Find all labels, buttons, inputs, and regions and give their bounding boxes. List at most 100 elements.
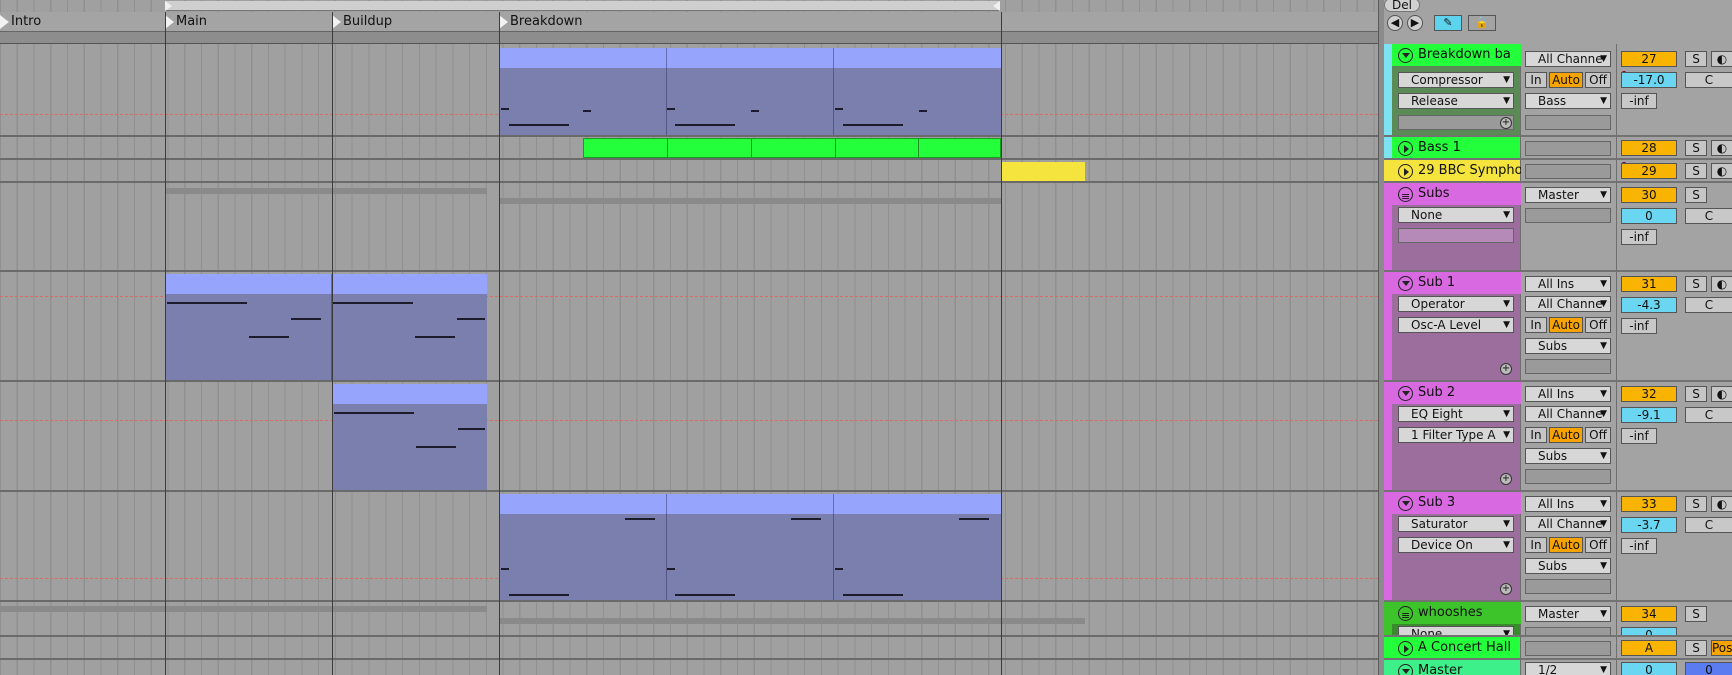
monitor-auto-button[interactable]: Auto <box>1549 72 1583 88</box>
group-icon[interactable] <box>1398 187 1413 202</box>
track-activator[interactable]: 31 <box>1621 276 1677 292</box>
solo-button[interactable]: S <box>1685 386 1707 402</box>
add-lane-icon[interactable]: + <box>1500 363 1512 375</box>
output-chooser[interactable]: Master <box>1525 606 1611 622</box>
track-master[interactable]: Master 1/2 0 0 <box>1384 660 1732 675</box>
solo-button[interactable]: S <box>1685 496 1707 512</box>
locator-intro[interactable]: Intro <box>0 12 41 32</box>
track-name[interactable]: Sub 3 <box>1392 492 1521 514</box>
output-chooser[interactable]: Subs <box>1525 558 1611 574</box>
arm-button[interactable]: ◐ <box>1711 163 1732 179</box>
arrangement-view[interactable]: Intro Main Buildup Breakdown <box>0 0 1378 675</box>
parameter-chooser[interactable]: Device On <box>1398 537 1514 553</box>
track-name[interactable]: Sub 2 <box>1392 382 1521 404</box>
monitor-off-button[interactable]: Off <box>1585 72 1611 88</box>
arm-button[interactable]: ◐ <box>1711 140 1732 156</box>
midi-clip-sub-3[interactable] <box>499 494 1001 600</box>
track-activator[interactable]: 29 <box>1621 163 1677 179</box>
track-sub-1[interactable]: Sub 1 Operator Osc-A Level + All Ins All… <box>1384 272 1732 382</box>
monitor-in-button[interactable]: In <box>1525 72 1547 88</box>
parameter-chooser[interactable]: 1 Filter Type A <box>1398 427 1514 443</box>
pan-field[interactable]: C <box>1685 72 1732 88</box>
time-ruler[interactable] <box>0 32 1378 44</box>
monitor-auto-button[interactable]: Auto <box>1549 537 1583 553</box>
track-bass-1[interactable]: Bass 1 28 S ◐ <box>1384 137 1732 160</box>
track-activator[interactable]: 28 <box>1621 140 1677 156</box>
solo-button[interactable]: S <box>1685 640 1707 656</box>
monitor-in-button[interactable]: In <box>1525 537 1547 553</box>
parameter-chooser[interactable]: Osc-A Level <box>1398 317 1514 333</box>
solo-button[interactable]: S <box>1685 276 1707 292</box>
volume-field[interactable]: 0 <box>1621 208 1677 224</box>
track-activator[interactable]: 33 <box>1621 496 1677 512</box>
input-chooser[interactable]: 1/2 <box>1525 662 1611 675</box>
track-whooshes[interactable]: whooshes None Master 34 S 0 <box>1384 602 1732 637</box>
fold-icon[interactable] <box>1398 276 1413 291</box>
solo-button[interactable]: S <box>1685 187 1707 203</box>
input-channel-chooser[interactable]: All Channe <box>1525 51 1611 67</box>
track-name[interactable]: Subs <box>1392 183 1521 205</box>
track-name[interactable]: Breakdown ba <box>1392 44 1521 66</box>
solo-button[interactable]: S <box>1685 606 1707 622</box>
track-name[interactable]: Master <box>1392 660 1521 675</box>
device-chooser[interactable]: EQ Eight <box>1398 406 1514 422</box>
fold-icon[interactable] <box>1398 496 1413 511</box>
locator-buildup[interactable]: Buildup <box>332 12 392 32</box>
track-breakdown-ba[interactable]: Breakdown ba Compressor Release + All Ch… <box>1384 44 1732 137</box>
post-button[interactable]: Post <box>1711 640 1732 656</box>
track-name[interactable]: Bass 1 <box>1392 137 1521 159</box>
delete-button[interactable]: Del <box>1384 0 1420 12</box>
loop-end-handle[interactable] <box>993 1 1000 11</box>
volume-field[interactable]: -9.1 <box>1621 407 1677 423</box>
output-chooser[interactable]: Bass <box>1525 93 1611 109</box>
solo-button[interactable]: S <box>1685 51 1707 67</box>
add-lane-icon[interactable]: + <box>1500 117 1512 129</box>
midi-clip-sub-2[interactable] <box>332 384 487 490</box>
track-activator[interactable]: 32 <box>1621 386 1677 402</box>
send-field[interactable]: -inf <box>1621 538 1657 554</box>
group-icon[interactable] <box>1398 606 1413 621</box>
track-name[interactable]: A Concert Hall <box>1392 637 1521 659</box>
monitor-auto-button[interactable]: Auto <box>1549 317 1583 333</box>
solo-button[interactable]: S <box>1685 140 1707 156</box>
track-bbc-sympho[interactable]: 29 BBC Sympho 29 S ◐ <box>1384 160 1732 183</box>
input-channel-chooser[interactable]: All Channe <box>1525 406 1611 422</box>
add-lane-icon[interactable]: + <box>1500 473 1512 485</box>
locator-strip[interactable]: Intro Main Buildup Breakdown <box>0 12 1378 32</box>
output-chooser[interactable]: Subs <box>1525 448 1611 464</box>
monitor-off-button[interactable]: Off <box>1585 427 1611 443</box>
midi-clip-breakdown-bass[interactable] <box>499 48 1001 135</box>
volume-field[interactable]: -4.3 <box>1621 297 1677 313</box>
monitor-auto-button[interactable]: Auto <box>1549 427 1583 443</box>
send-field[interactable]: -inf <box>1621 318 1657 334</box>
input-type-chooser[interactable]: All Ins <box>1525 276 1611 292</box>
device-chooser[interactable]: None <box>1398 626 1514 635</box>
track-name[interactable]: whooshes <box>1392 602 1521 624</box>
pan-field[interactable]: C <box>1685 517 1732 533</box>
arm-button[interactable]: ◐ <box>1711 51 1732 67</box>
fold-icon[interactable] <box>1398 48 1413 63</box>
lock-icon[interactable]: 🔒 <box>1468 15 1496 31</box>
arm-button[interactable]: ◐ <box>1711 496 1732 512</box>
input-channel-chooser[interactable]: All Channe <box>1525 296 1611 312</box>
device-chooser[interactable]: Operator <box>1398 296 1514 312</box>
input-type-chooser[interactable]: All Ins <box>1525 386 1611 402</box>
monitor-in-button[interactable]: In <box>1525 317 1547 333</box>
midi-clip-sub-1[interactable] <box>165 274 487 380</box>
track-activator[interactable]: 30 <box>1621 187 1677 203</box>
track-name[interactable]: 29 BBC Sympho <box>1392 160 1521 182</box>
track-activator[interactable]: A <box>1621 640 1677 656</box>
play-icon[interactable] <box>1398 141 1413 156</box>
arm-button[interactable]: ◐ <box>1711 276 1732 292</box>
loop-start-handle[interactable] <box>165 1 172 11</box>
clip-bbc-sympho[interactable] <box>1002 162 1085 181</box>
track-sub-3[interactable]: Sub 3 Saturator Device On + All Ins All … <box>1384 492 1732 602</box>
pencil-icon[interactable]: ✎ <box>1434 15 1462 31</box>
pan-field[interactable]: C <box>1685 297 1732 313</box>
monitor-off-button[interactable]: Off <box>1585 537 1611 553</box>
track-activator[interactable]: 34 <box>1621 606 1677 622</box>
output-chooser[interactable]: Master <box>1525 187 1611 203</box>
track-sub-2[interactable]: Sub 2 EQ Eight 1 Filter Type A + All Ins… <box>1384 382 1732 492</box>
loop-brace[interactable] <box>165 1 1000 11</box>
track-concert-hall[interactable]: A Concert Hall A S Post <box>1384 637 1732 660</box>
